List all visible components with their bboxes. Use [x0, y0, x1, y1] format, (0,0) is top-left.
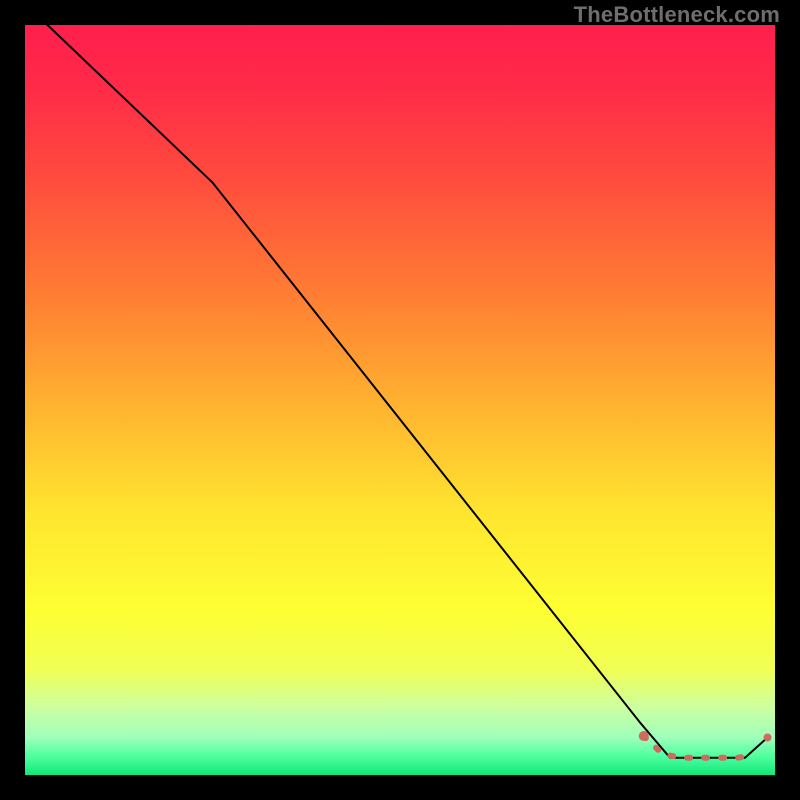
end-marker — [764, 734, 772, 742]
gradient-background — [25, 25, 775, 775]
optimal-zone-start-marker — [639, 731, 649, 741]
chart-frame: TheBottleneck.com — [0, 0, 800, 800]
chart-svg — [25, 25, 775, 775]
plot-area — [25, 25, 775, 775]
